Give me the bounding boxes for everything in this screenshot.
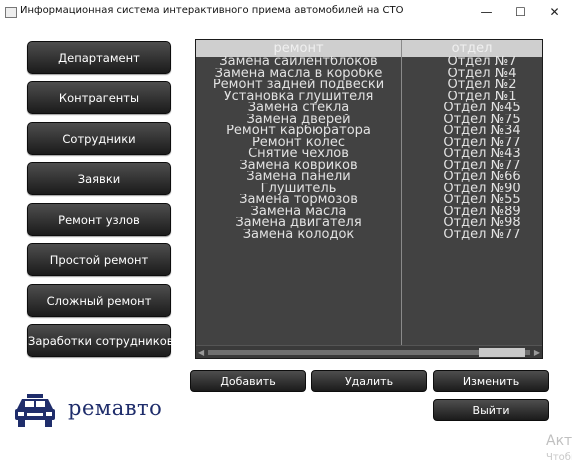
table-row[interactable]: Замена стекла Отдел №45 — [196, 102, 542, 114]
car-logo-icon — [15, 394, 55, 427]
cell-department[interactable]: Отдел №98 — [402, 217, 542, 229]
cell-department[interactable]: Отдел №2 — [402, 79, 542, 91]
cell-department[interactable]: Отдел №34 — [402, 125, 542, 137]
add-button[interactable]: Добавить — [190, 370, 306, 392]
cell-repair[interactable]: Замена ковриков — [196, 160, 401, 172]
activation-watermark-line1: Акти — [546, 433, 572, 449]
nav-complex-repair-button[interactable]: Сложный ремонт — [27, 284, 171, 317]
cell-department[interactable]: Отдел №4 — [402, 68, 542, 80]
scroll-left-icon[interactable]: ◀ — [198, 348, 204, 357]
cell-department[interactable]: Отдел №77 — [402, 229, 542, 241]
cell-department[interactable]: Отдел №43 — [402, 148, 542, 160]
table-row[interactable]: Замена сайлентблоков Отдел №7 — [196, 56, 542, 68]
table-row[interactable]: Замена ковриков Отдел №77 — [196, 160, 542, 172]
nav-employee-earnings-button[interactable]: Заработки сотрудников — [27, 324, 174, 357]
scroll-right-icon[interactable]: ▶ — [534, 348, 540, 357]
cell-repair[interactable]: Замена двигателя — [196, 217, 401, 229]
table-row[interactable]: Замена дверей Отдел №75 — [196, 114, 542, 126]
table-row[interactable]: Замена масла в коробке Отдел №4 — [196, 68, 542, 80]
close-button[interactable]: ✕ — [538, 0, 571, 24]
table-row[interactable]: Замена колодок Отдел №77 — [196, 229, 542, 241]
cell-department[interactable]: Отдел №55 — [402, 194, 542, 206]
table-row[interactable]: Установка глушителя Отдел №1 — [196, 91, 542, 103]
cell-department[interactable]: Отдел №45 — [402, 102, 542, 114]
table-row[interactable]: Глушитель Отдел №90 — [196, 183, 542, 195]
cell-department[interactable]: Отдел №90 — [402, 183, 542, 195]
cell-department[interactable]: Отдел №77 — [402, 137, 542, 149]
nav-department-button[interactable]: Департамент — [27, 41, 171, 74]
cell-department[interactable]: Отдел №75 — [402, 114, 542, 126]
column-header-department[interactable]: отдел — [402, 40, 542, 57]
scroll-thumb[interactable] — [479, 348, 525, 357]
cell-department[interactable]: Отдел №1 — [402, 91, 542, 103]
nav-contractors-button[interactable]: Контрагенты — [27, 81, 171, 114]
cell-repair[interactable]: Замена масла — [196, 206, 401, 218]
app-icon — [5, 7, 17, 18]
title-bar: Информационная система интерактивного пр… — [0, 0, 572, 24]
cell-repair[interactable]: Замена сайлентблоков — [196, 56, 401, 68]
cell-repair[interactable]: Замена панели — [196, 171, 401, 183]
cell-repair[interactable]: Глушитель — [196, 183, 401, 195]
logo-text: ремавто — [68, 396, 163, 420]
cell-repair[interactable]: Ремонт задней подвески — [196, 79, 401, 91]
nav-simple-repair-button[interactable]: Простой ремонт — [27, 243, 171, 276]
cell-department[interactable]: Отдел №66 — [402, 171, 542, 183]
cell-department[interactable]: Отдел №7 — [402, 56, 542, 68]
cell-repair[interactable]: Ремонт карбюратора — [196, 125, 401, 137]
cell-repair[interactable]: Замена масла в коробке — [196, 68, 401, 80]
column-header-repair[interactable]: ремонт — [196, 40, 401, 57]
cell-repair[interactable]: Замена колодок — [196, 229, 401, 241]
table-row[interactable]: Замена двигателя Отдел №98 — [196, 217, 542, 229]
maximize-button[interactable]: ☐ — [504, 0, 537, 24]
nav-employees-button[interactable]: Сотрудники — [27, 122, 171, 155]
edit-button[interactable]: Изменить — [433, 370, 549, 392]
cell-repair[interactable]: Замена дверей — [196, 114, 401, 126]
table-row[interactable]: Замена тормозов Отдел №55 — [196, 194, 542, 206]
cell-repair[interactable]: Ремонт колес — [196, 137, 401, 149]
table-row[interactable]: Замена панели Отдел №66 — [196, 171, 542, 183]
activation-watermark-line2: Чтобы — [546, 452, 572, 463]
delete-button[interactable]: Удалить — [311, 370, 427, 392]
minimize-button[interactable]: — — [470, 0, 503, 24]
table-row[interactable]: Снятие чехлов Отдел №43 — [196, 148, 542, 160]
exit-button[interactable]: Выйти — [433, 399, 549, 421]
table-row[interactable]: Ремонт карбюратора Отдел №34 — [196, 125, 542, 137]
table-row[interactable]: Ремонт колес Отдел №77 — [196, 137, 542, 149]
horizontal-scrollbar[interactable]: ◀ ▶ — [196, 345, 542, 358]
cell-repair[interactable]: Замена стекла — [196, 102, 401, 114]
table-row[interactable]: Ремонт задней подвески Отдел №2 — [196, 79, 542, 91]
table-body: Замена сайлентблоков Отдел №7 Замена масла… — [196, 56, 542, 241]
cell-department[interactable]: Отдел №89 — [402, 206, 542, 218]
table-header: ремонт отдел — [196, 40, 542, 57]
cell-department[interactable]: Отдел №77 — [402, 160, 542, 172]
nav-requests-button[interactable]: Заявки — [27, 162, 171, 195]
cell-repair[interactable]: Установка глушителя — [196, 91, 401, 103]
cell-repair[interactable]: Снятие чехлов — [196, 148, 401, 160]
nav-unit-repair-button[interactable]: Ремонт узлов — [27, 203, 171, 236]
repairs-table[interactable]: ремонт отдел Замена сайлентблоков Отдел №… — [195, 39, 543, 359]
cell-repair[interactable]: Замена тормозов — [196, 194, 401, 206]
table-row[interactable]: Замена масла Отдел №89 — [196, 206, 542, 218]
window-title: Информационная система интерактивного пр… — [20, 5, 404, 16]
